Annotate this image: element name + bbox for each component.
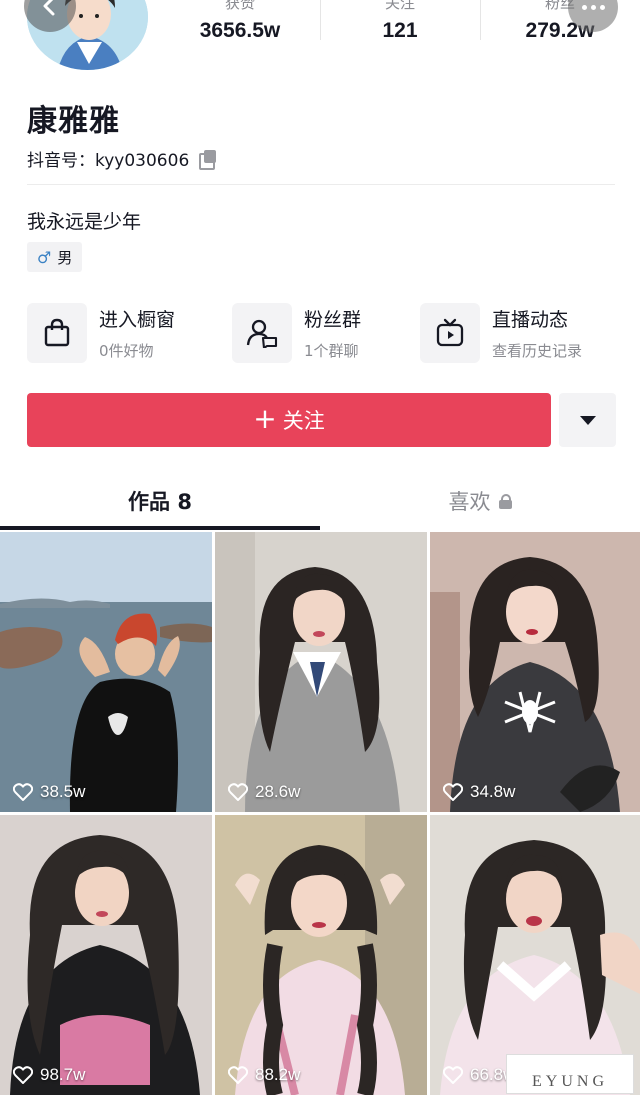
like-count: 38.5w (13, 782, 85, 802)
video-cover-image (215, 815, 427, 1095)
plus-icon: + (253, 402, 277, 435)
group-chat-icon (232, 303, 292, 363)
like-count-value: 38.5w (40, 782, 86, 801)
douyin-id-row: 抖音号：kyy030606 (27, 146, 217, 171)
gender-tag: ♂ 男 (27, 242, 83, 272)
feature-fan-group[interactable]: 粉丝群 1个群聊 (232, 303, 361, 363)
feature-subtitle: 查看历史记录 (492, 342, 583, 360)
video-thumbnail[interactable]: 38.5w (0, 532, 212, 812)
heart-icon (13, 783, 33, 801)
like-count: 66.8w (443, 1065, 515, 1085)
recommend-dropdown-button[interactable] (559, 393, 616, 447)
tab-works[interactable]: 作品 8 (0, 486, 320, 516)
stat-label: 获赞 (224, 0, 255, 10)
video-thumbnail[interactable]: 98.7w (0, 815, 212, 1095)
copy-icon[interactable] (199, 149, 217, 170)
feature-title: 直播动态 (492, 309, 569, 331)
triangle-down-icon (579, 415, 596, 425)
chevron-left-icon (43, 0, 55, 16)
video-cover-image (0, 815, 212, 1095)
video-cover-image (430, 532, 640, 812)
like-count-value: 28.6w (255, 782, 301, 801)
video-thumbnail[interactable]: 34.8w (430, 532, 640, 812)
tab-likes[interactable]: 喜欢 (320, 486, 640, 516)
stat-value: 3656.5w (199, 19, 281, 42)
stat-label: 关注 (384, 0, 415, 10)
heart-icon (228, 1066, 248, 1084)
video-thumbnail[interactable]: 88.2w (215, 815, 427, 1095)
like-count: 28.6w (228, 782, 300, 802)
gender-label: 男 (57, 248, 73, 267)
feature-subtitle: 0件好物 (99, 342, 154, 360)
like-count: 98.7w (13, 1065, 85, 1085)
video-cover-image (215, 532, 427, 812)
like-count-value: 34.8w (470, 782, 516, 801)
heart-icon (228, 783, 248, 801)
stat-value: 121 (382, 19, 418, 42)
heart-icon (443, 1066, 463, 1084)
male-icon: ♂ (37, 247, 52, 267)
stat-value: 279.2w (525, 19, 595, 42)
like-count-value: 88.2w (255, 1065, 301, 1084)
video-thumbnail[interactable]: 66.8w (430, 815, 640, 1095)
divider (27, 184, 615, 185)
video-cover-image (430, 815, 640, 1095)
follow-label: 关注 (282, 409, 325, 433)
like-count: 34.8w (443, 782, 515, 802)
watermark-logo: EYUNG (506, 1054, 634, 1094)
shopping-bag-icon (27, 303, 87, 363)
lock-icon (498, 493, 512, 509)
tab-active-indicator (0, 526, 320, 530)
feature-live-history[interactable]: 直播动态 查看历史记录 (420, 303, 582, 363)
video-cover-image (0, 532, 212, 812)
feature-subtitle: 1个群聊 (304, 342, 359, 360)
douyin-id: 抖音号：kyy030606 (27, 151, 190, 171)
like-count-value: 98.7w (40, 1065, 86, 1084)
follow-button[interactable]: + 关注 (27, 393, 551, 447)
heart-icon (443, 783, 463, 801)
feature-title: 粉丝群 (304, 309, 362, 331)
stat-likes[interactable]: 获赞 3656.5w (160, 0, 320, 43)
video-thumbnail[interactable]: 28.6w (215, 532, 427, 812)
tv-play-icon (420, 303, 480, 363)
stat-following[interactable]: 关注 121 (320, 0, 480, 43)
feature-showcase[interactable]: 进入橱窗 0件好物 (27, 303, 175, 363)
profile-name: 康雅雅 (27, 104, 120, 139)
more-dots-icon (581, 4, 605, 10)
like-count: 88.2w (228, 1065, 300, 1085)
video-grid: 38.5w 28.6w 34.8w 98.7w 88.2w 66.8w (0, 532, 640, 1100)
feature-title: 进入橱窗 (99, 309, 176, 331)
heart-icon (13, 1066, 33, 1084)
tab-likes-label: 喜欢 (448, 490, 491, 514)
profile-bio: 我永远是少年 (27, 211, 142, 233)
